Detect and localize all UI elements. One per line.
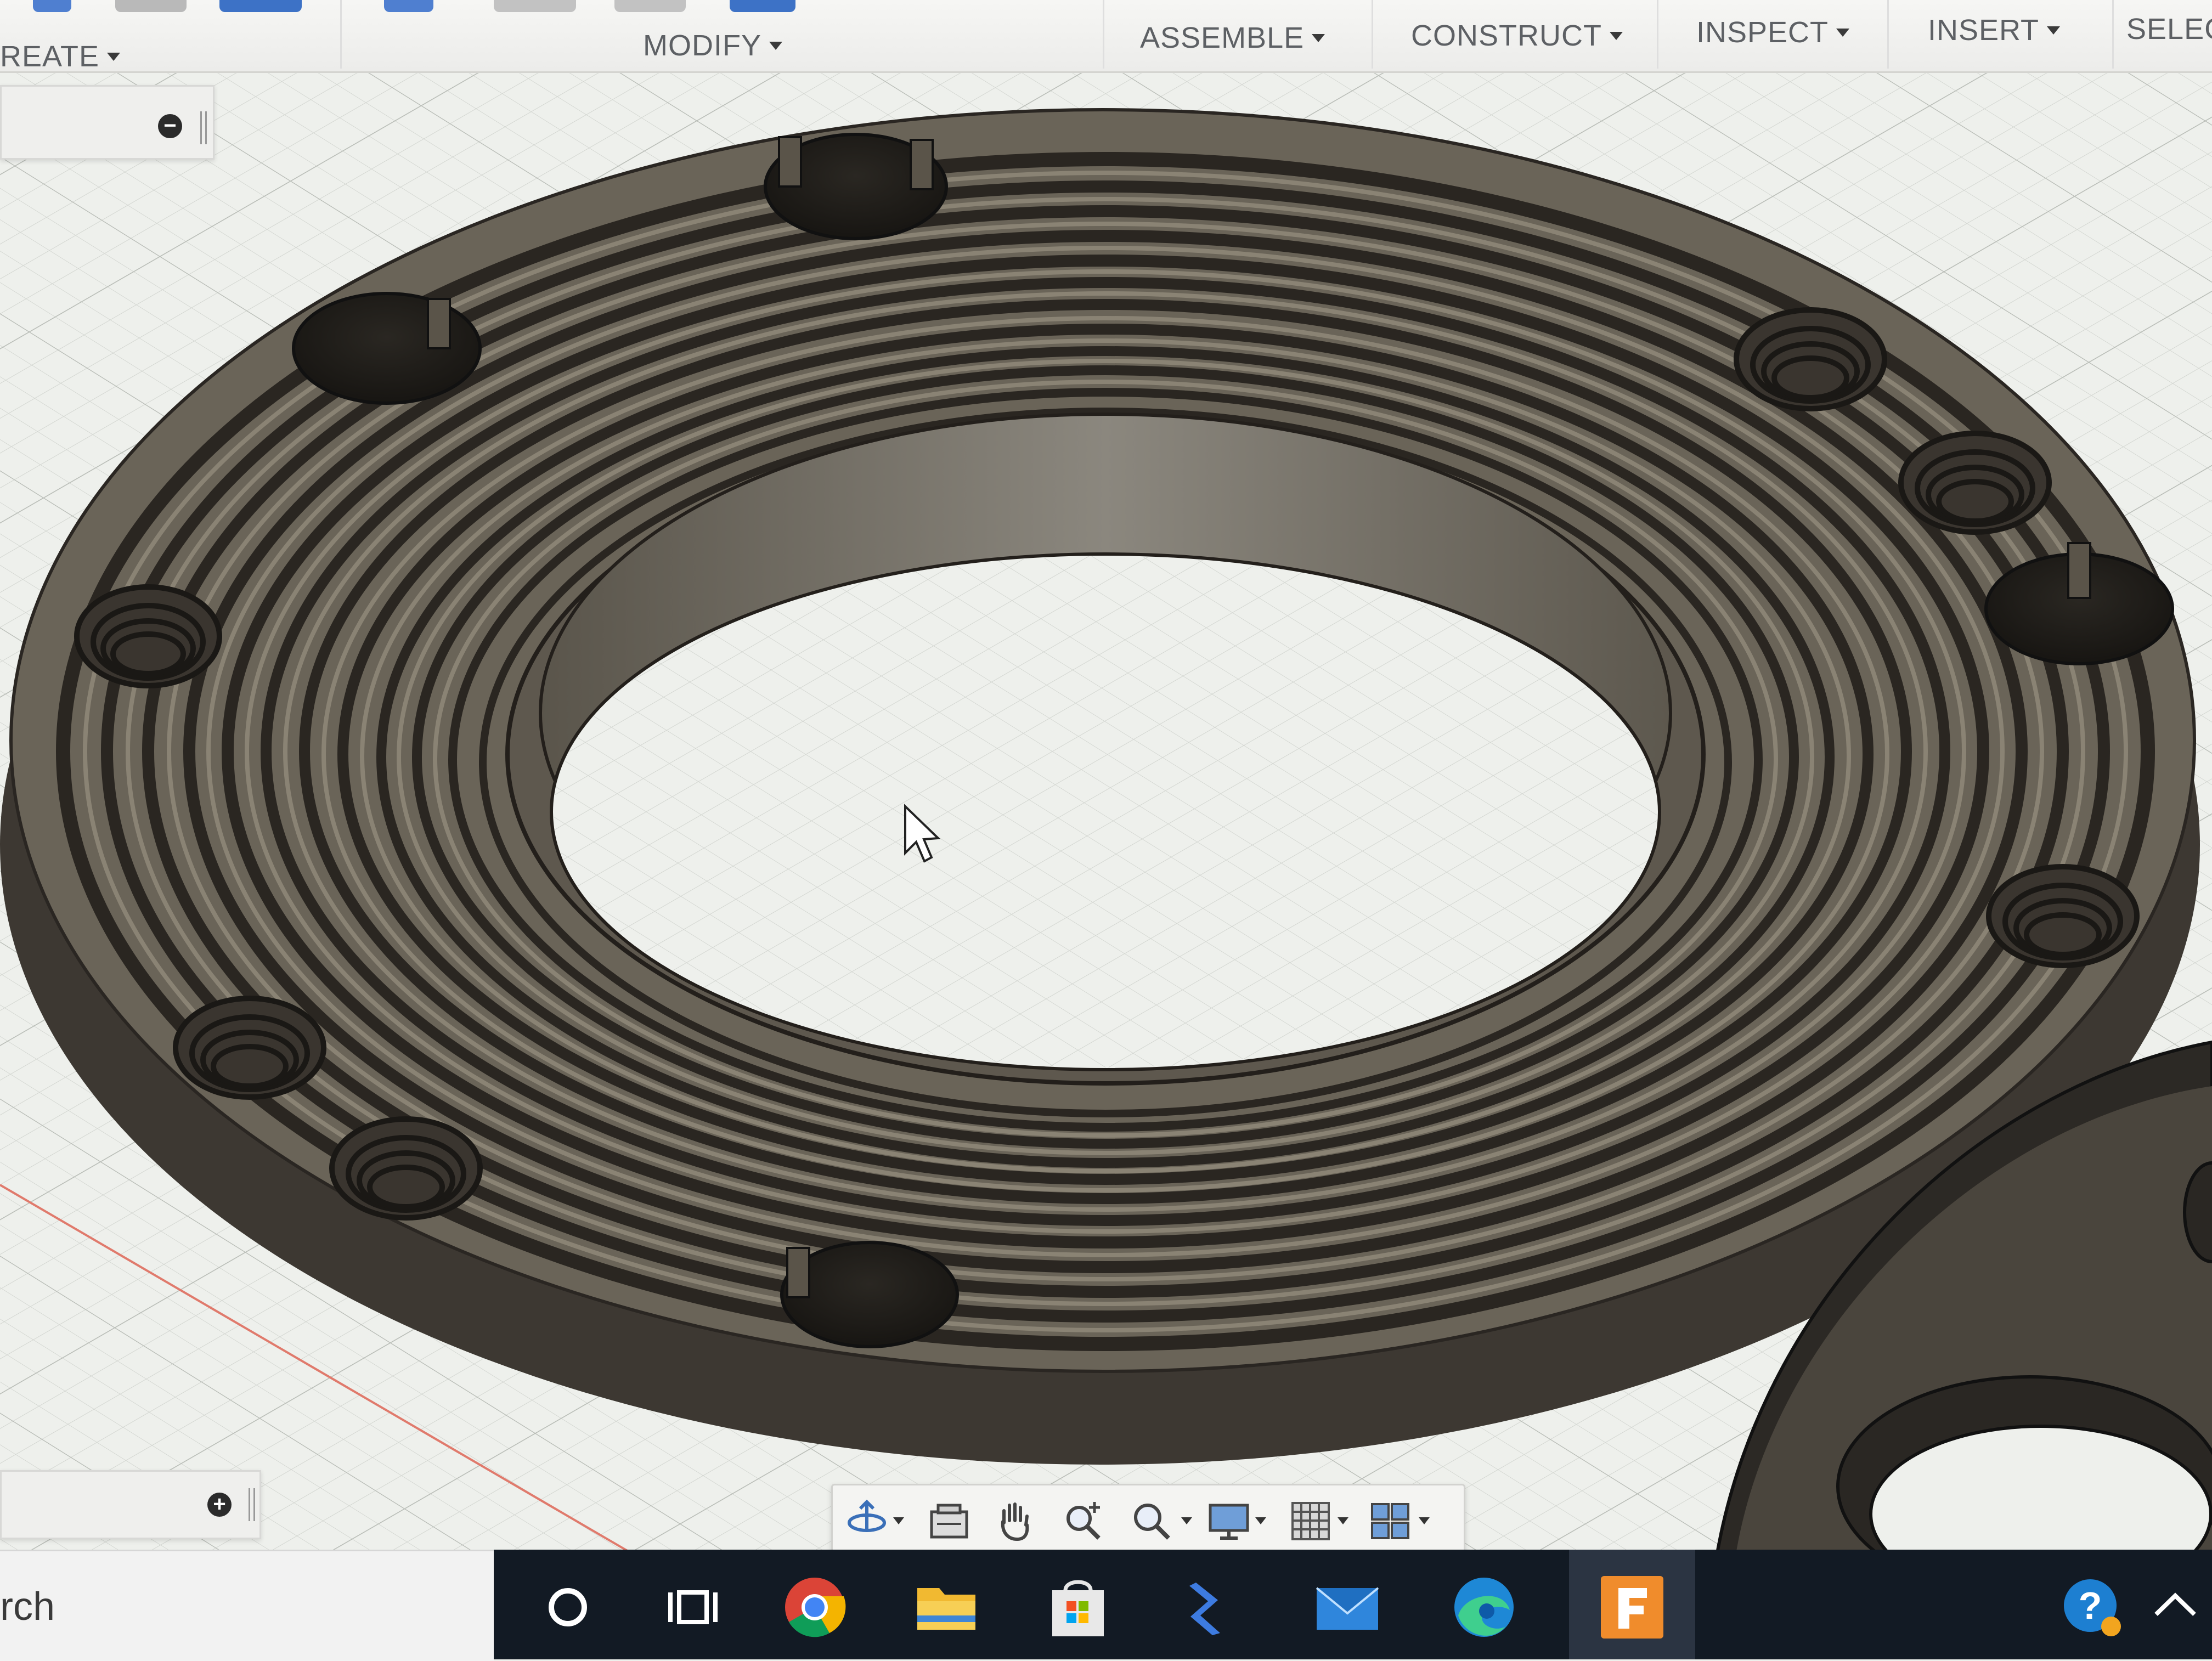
microsoft-store-icon[interactable] [1042, 1572, 1114, 1643]
tab-divider [1887, 0, 1889, 69]
toolbar-ribbon: REATE MODIFY ASSEMBLE CONSTRUCT INSPECT … [0, 0, 2212, 73]
tab-divider [2112, 0, 2114, 69]
blind-hole-bottom [780, 1241, 959, 1348]
threaded-hole-bottom-right [1986, 864, 2140, 968]
viewports-icon[interactable] [1368, 1498, 1414, 1544]
taskbar-search[interactable]: rch [0, 1550, 494, 1661]
display-settings-icon[interactable] [1206, 1498, 1252, 1544]
ribbon-tool-icon[interactable] [33, 0, 71, 12]
taskbar: ? [494, 1550, 2212, 1659]
search-text: rch [0, 1585, 55, 1629]
orbit-icon[interactable] [844, 1498, 890, 1544]
tab-inspect[interactable]: INSPECT [1696, 15, 1850, 49]
tab-select-label: SELEC [2126, 13, 2212, 46]
threaded-hole-left [74, 584, 222, 688]
blind-hole-top [764, 133, 948, 240]
threaded-hole-top-right-1 [1734, 307, 1887, 411]
ribbon-tool-icon[interactable] [115, 0, 187, 12]
tab-insert[interactable]: INSERT [1928, 13, 2061, 47]
mail-icon[interactable] [1311, 1572, 1383, 1643]
chevron-down-icon [2047, 26, 2061, 35]
tab-create[interactable]: REATE [0, 39, 121, 74]
plus-circle-icon[interactable]: + [207, 1493, 232, 1517]
pan-hand-icon[interactable] [992, 1498, 1038, 1544]
ribbon-tool-icon[interactable] [614, 0, 686, 12]
fusion-360-icon[interactable] [1596, 1572, 1668, 1643]
look-at-icon[interactable] [926, 1498, 972, 1544]
show-hidden-icons-chevron[interactable] [2145, 1572, 2205, 1643]
tab-assemble[interactable]: ASSEMBLE [1140, 21, 1325, 55]
chevron-down-icon[interactable] [893, 1517, 904, 1524]
ribbon-tool-icon[interactable] [384, 0, 433, 12]
tab-construct-label: CONSTRUCT [1411, 19, 1602, 52]
minus-circle-icon[interactable]: − [158, 114, 182, 138]
ribbon-tool-icon[interactable] [219, 0, 302, 12]
chevron-down-icon[interactable] [1338, 1517, 1348, 1524]
svg-text:?: ? [2079, 1584, 2102, 1627]
help-icon[interactable]: ? [2057, 1572, 2129, 1643]
tab-modify[interactable]: MODIFY [643, 29, 782, 63]
tab-divider [1372, 0, 1373, 69]
tab-divider [340, 0, 342, 69]
panel-resize-grip[interactable] [249, 1488, 255, 1521]
file-explorer-icon[interactable] [911, 1572, 982, 1643]
chevron-down-icon [1836, 28, 1850, 37]
blind-hole-top-left [292, 292, 482, 405]
chevron-down-icon[interactable] [1181, 1517, 1192, 1524]
tab-modify-label: MODIFY [643, 29, 761, 62]
visual-studio-icon[interactable] [1174, 1572, 1245, 1643]
zoom-icon[interactable] [1060, 1498, 1107, 1544]
tab-insert-label: INSERT [1928, 14, 2040, 47]
edge-icon[interactable] [1448, 1572, 1520, 1643]
panel-resize-grip[interactable] [200, 111, 207, 144]
chevron-down-icon [1609, 31, 1623, 40]
tab-divider [1657, 0, 1658, 69]
design-canvas[interactable] [0, 0, 2212, 1659]
zoom-window-icon[interactable] [1129, 1498, 1175, 1544]
grid-settings-icon[interactable] [1288, 1498, 1334, 1544]
ribbon-tool-icon[interactable] [730, 0, 795, 12]
chevron-down-icon[interactable] [1255, 1517, 1266, 1524]
inner-bore-grid [554, 556, 1657, 1067]
ribbon-tool-icon[interactable] [494, 0, 576, 12]
tab-inspect-label: INSPECT [1696, 16, 1829, 49]
chevron-down-icon [107, 52, 121, 61]
threaded-hole-bottom-left-1 [173, 996, 326, 1100]
tab-divider [1103, 0, 1104, 69]
task-view-icon[interactable] [658, 1572, 730, 1643]
tab-assemble-label: ASSEMBLE [1140, 21, 1305, 54]
navigation-bar [831, 1484, 1465, 1558]
cortana-icon[interactable] [532, 1572, 603, 1643]
chevron-down-icon [769, 41, 782, 50]
tab-select[interactable]: SELEC [2126, 12, 2212, 46]
threaded-hole-top-right-2 [1898, 431, 2052, 535]
tab-construct[interactable]: CONSTRUCT [1411, 19, 1623, 53]
comments-panel: + [0, 1470, 261, 1539]
threaded-hole-bottom-left-2 [329, 1116, 483, 1221]
chevron-down-icon [1312, 33, 1325, 42]
chrome-icon[interactable] [779, 1572, 850, 1643]
browser-panel: − [0, 85, 215, 160]
tab-create-label: REATE [0, 40, 100, 73]
chevron-down-icon[interactable] [1419, 1517, 1430, 1524]
